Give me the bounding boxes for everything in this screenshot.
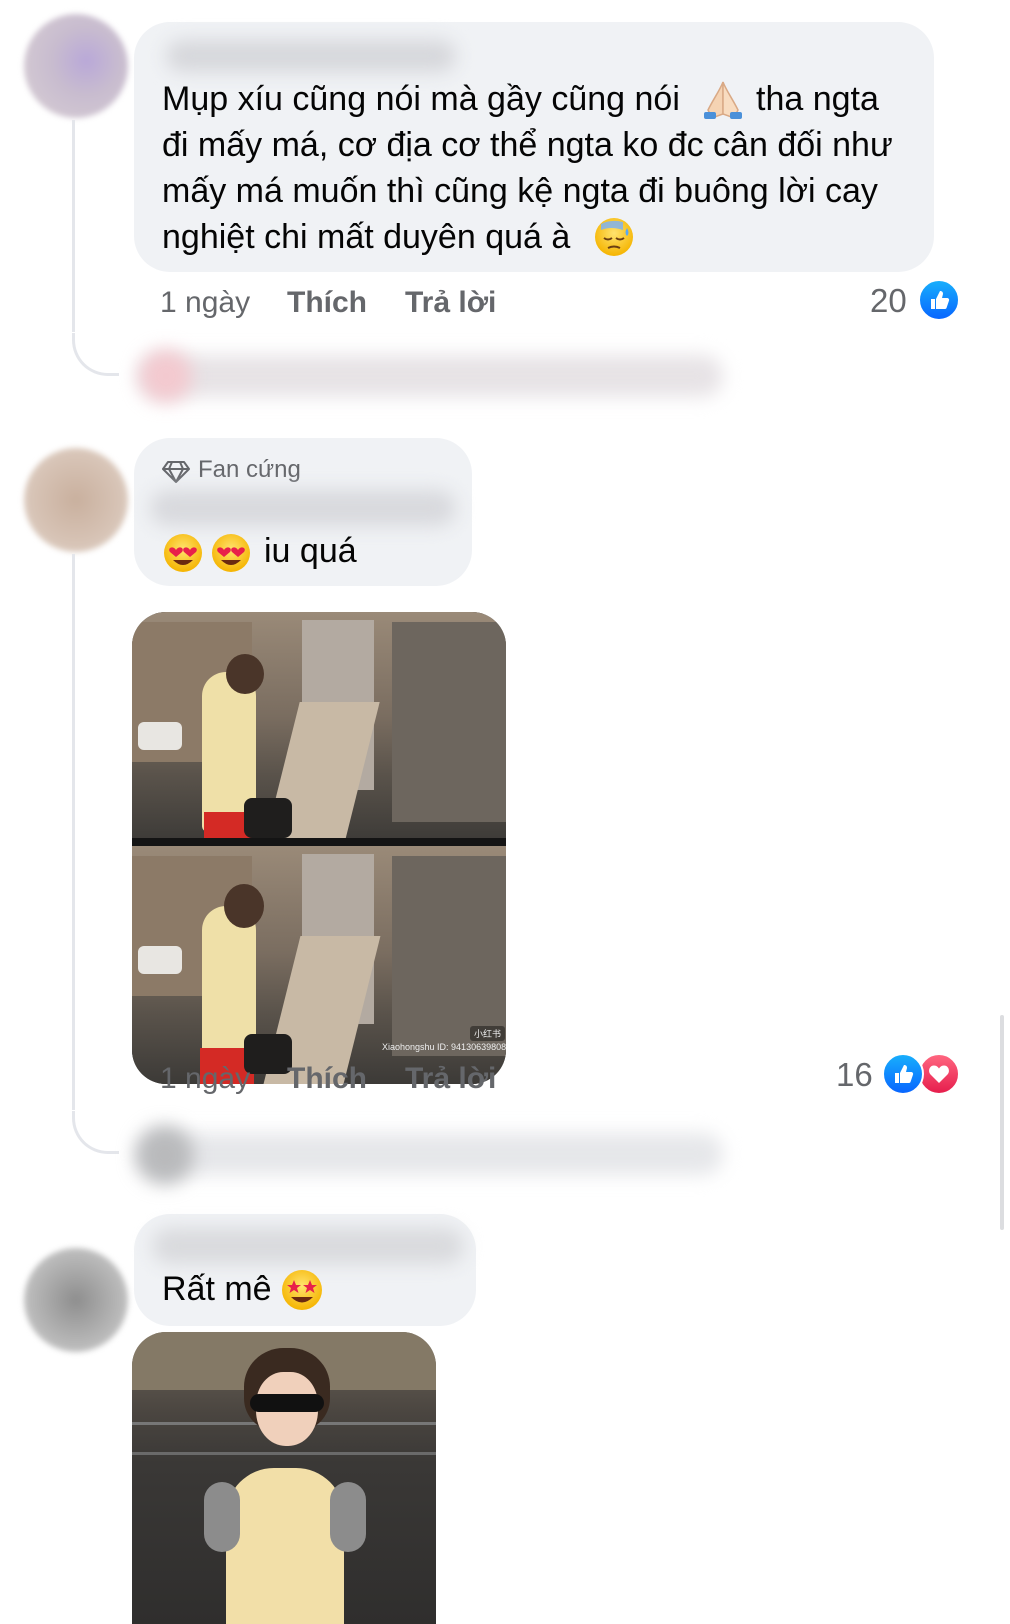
reply-avatar-blurred xyxy=(140,350,192,402)
avatar[interactable] xyxy=(24,14,128,118)
comment-photo[interactable]: 小红书 Xiaohongshu ID: 94130639808 xyxy=(132,612,506,1084)
watermark-logo: 小红书 xyxy=(470,1026,506,1041)
reaction-count[interactable]: 20 xyxy=(870,282,907,320)
view-replies-blurred[interactable] xyxy=(138,355,723,397)
photo-frame: 小红书 Xiaohongshu ID: 94130639808 xyxy=(132,846,506,1084)
comment-text-line: mấy má muốn thì cũng kệ ngta đi buông lờ… xyxy=(162,172,878,210)
like-reaction-icon xyxy=(918,279,960,321)
like-button[interactable]: Thích xyxy=(287,1062,367,1096)
comment-time[interactable]: 1 ngày xyxy=(160,286,250,320)
heart-reaction-icon xyxy=(918,1053,960,1095)
comment-text: iu quá xyxy=(264,532,357,570)
star-struck-emoji xyxy=(280,1268,324,1312)
thread-line xyxy=(72,120,75,332)
photo-frame xyxy=(132,612,506,844)
author-name-blurred[interactable] xyxy=(166,40,456,72)
comment-photo[interactable] xyxy=(132,1332,436,1624)
comment-time[interactable]: 1 ngày xyxy=(160,1062,250,1096)
avatar[interactable] xyxy=(24,1248,128,1352)
thread-line xyxy=(72,554,75,1110)
thread-line-curve xyxy=(72,333,119,376)
view-replies-blurred[interactable] xyxy=(138,1133,723,1175)
comment-text-line: đi mấy má, cơ địa cơ thể ngta ko đc cân … xyxy=(162,126,893,164)
comment-text-line: Mụp xíu cũng nói mà gầy cũng nói xyxy=(162,80,680,118)
author-name-blurred[interactable] xyxy=(150,490,456,526)
like-button[interactable]: Thích xyxy=(287,286,367,320)
reply-button[interactable]: Trả lời xyxy=(405,286,496,320)
fan-badge-label[interactable]: Fan cứng xyxy=(198,456,301,484)
reaction-count[interactable]: 16 xyxy=(836,1056,873,1094)
thread-line-curve xyxy=(72,1111,119,1154)
avatar[interactable] xyxy=(24,448,128,552)
heart-eyes-emoji xyxy=(210,532,252,574)
downcast-sweat-face-emoji xyxy=(593,216,635,258)
reply-button[interactable]: Trả lời xyxy=(405,1062,496,1096)
photo-watermark: Xiaohongshu ID: 94130639808 xyxy=(382,1042,506,1052)
scrollbar[interactable] xyxy=(1000,1015,1004,1230)
diamond-icon xyxy=(162,460,190,484)
like-reaction-icon xyxy=(882,1053,924,1095)
comment-text: Rất mê xyxy=(162,1270,272,1308)
comment-text-line: nghiệt chi mất duyên quá à xyxy=(162,218,571,256)
heart-eyes-emoji xyxy=(162,532,204,574)
author-name-blurred[interactable] xyxy=(152,1228,464,1264)
reply-avatar-blurred xyxy=(136,1126,194,1184)
folded-hands-emoji xyxy=(700,80,746,120)
comment-text-line: tha ngta xyxy=(756,80,879,118)
